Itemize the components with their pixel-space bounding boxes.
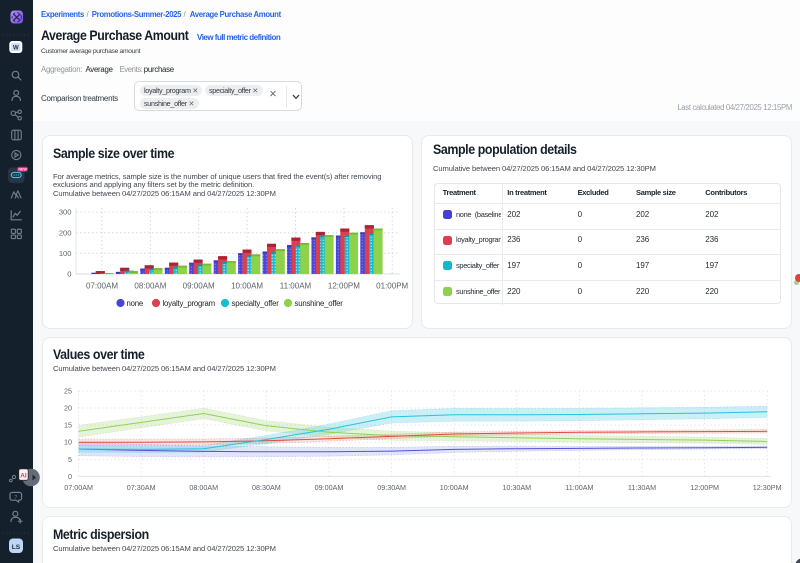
svg-text:sunshine_offer: sunshine_offer [295,299,344,308]
svg-text:07:00AM: 07:00AM [86,282,118,291]
svg-text:none: none [127,299,144,308]
svg-text:11:00AM: 11:00AM [280,282,312,291]
svg-text:08:00AM: 08:00AM [134,282,166,291]
svg-text:07:30AM: 07:30AM [127,483,156,492]
svg-text:01:00PM: 01:00PM [376,282,408,291]
svg-text:11:00AM: 11:00AM [565,483,593,492]
svg-text:12:00PM: 12:00PM [328,282,360,291]
svg-text:100: 100 [59,249,72,258]
svg-text:20: 20 [64,404,72,413]
svg-text:specialty_offer: specialty_offer [232,299,280,308]
svg-text:300: 300 [59,208,72,217]
svg-text:loyalty_program: loyalty_program [163,299,215,308]
svg-text:09:00AM: 09:00AM [315,483,344,492]
svg-text:08:00AM: 08:00AM [189,483,218,492]
svg-text:10:00AM: 10:00AM [231,282,263,291]
svg-text:10: 10 [64,438,72,447]
svg-text:10:30AM: 10:30AM [502,483,531,492]
svg-text:25: 25 [64,386,72,395]
svg-text:?: ? [14,495,17,501]
svg-text:NEW: NEW [18,168,27,172]
svg-text:AI: AI [20,473,27,480]
svg-text:12:30PM: 12:30PM [753,483,782,492]
svg-text:200: 200 [59,228,72,237]
svg-text:W: W [13,46,19,52]
svg-text:5: 5 [68,455,72,464]
svg-text:LS: LS [12,544,21,551]
svg-text:09:30AM: 09:30AM [377,483,406,492]
svg-text:15: 15 [64,421,72,430]
svg-text:08:30AM: 08:30AM [252,483,281,492]
svg-text:10:00AM: 10:00AM [440,483,469,492]
svg-text:0: 0 [67,270,71,279]
svg-text:07:00AM: 07:00AM [64,483,93,492]
svg-text:0: 0 [68,472,72,481]
svg-text:11:30AM: 11:30AM [628,483,656,492]
svg-text:09:00AM: 09:00AM [183,282,215,291]
svg-text:12:00PM: 12:00PM [690,483,719,492]
